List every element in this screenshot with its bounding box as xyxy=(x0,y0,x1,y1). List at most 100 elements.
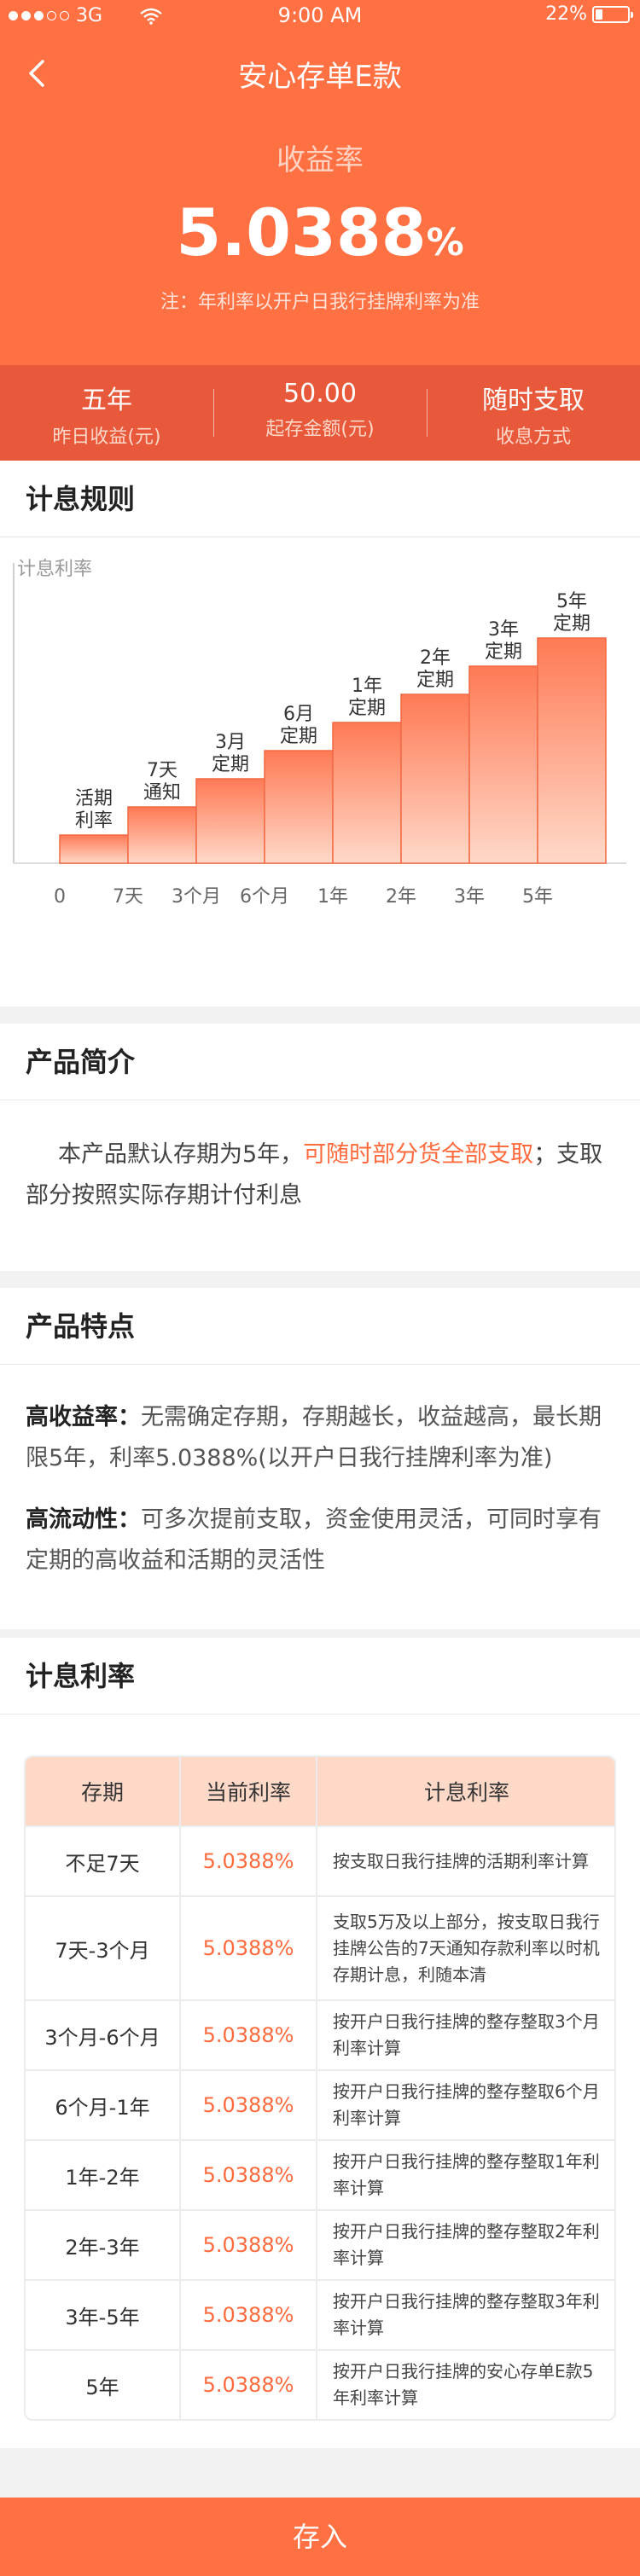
chart-bar xyxy=(468,665,538,864)
chart-tick-label: 0 xyxy=(54,886,66,908)
row-desc: 按支取日我行挂牌的活期利率计算 xyxy=(316,1827,614,1895)
row-rate: 5.0388% xyxy=(179,2281,316,2349)
chart-bar-label: 6月定期 xyxy=(280,704,317,747)
feature-label: 高收益率： xyxy=(26,1404,141,1430)
intro-title: 产品简介 xyxy=(0,1024,640,1100)
rules-title: 计息规则 xyxy=(0,461,640,537)
feature-item: 高流动性：可多次提前支取，资金使用灵活，可同时享有定期的高收益和活期的灵活性 xyxy=(0,1500,640,1581)
rules-card: 计息规则 计息利率活期利率 7天通知 3月定期 6月定期 1年定期 2年定期 3年定期 5年定… xyxy=(0,461,640,1007)
header-interest-rule: 计息利率 xyxy=(316,1757,614,1825)
row-desc: 按开户日我行挂牌的整存整取6个月利率计算 xyxy=(316,2071,614,2139)
stat-value: 50.00 xyxy=(283,379,357,409)
stats-bar: 五年 昨日收益(元) 50.00 起存金额(元) 随时支取 收息方式 xyxy=(0,365,640,461)
row-rate: 5.0388% xyxy=(179,1827,316,1895)
chart-bar-label: 7天通知 xyxy=(143,760,181,804)
rates-table: 存期 当前利率 计息利率 不足7天 5.0388% 按支取日我行挂牌的活期利率计… xyxy=(24,1755,616,2421)
intro-text: 本产品默认存期为5年，可随时部分货全部支取；支取部分按照实际存期计付利息 xyxy=(0,1100,640,1216)
chart-bar-label: 1年定期 xyxy=(348,676,386,719)
rules-chart-svg: 计息利率活期利率 7天通知 3月定期 6月定期 1年定期 2年定期 3年定期 5年定期 0 7天 3… xyxy=(13,559,626,908)
row-desc: 按开户日我行挂牌的整存整取2年利率计算 xyxy=(316,2211,614,2279)
row-rate: 5.0388% xyxy=(179,2141,316,2209)
chart-bar-label: 活期利率 xyxy=(75,788,113,832)
row-desc: 按开户日我行挂牌的整存整取3年利率计算 xyxy=(316,2281,614,2349)
rates-card: 计息利率 存期 当前利率 计息利率 不足7天 5.0388% 按支取日我行挂牌的… xyxy=(0,1638,640,2448)
stat-label: 收息方式 xyxy=(495,426,571,448)
chart-bar-label: 3月定期 xyxy=(212,732,249,775)
chart-bar xyxy=(400,693,470,864)
table-row: 3年-5年 5.0388% 按开户日我行挂牌的整存整取3年利率计算 xyxy=(26,2279,614,2349)
row-term: 1年-2年 xyxy=(65,2165,140,2190)
intro-text-pre: 本产品默认存期为5年， xyxy=(58,1141,304,1168)
intro-text-highlight: 可随时部分货全部支取 xyxy=(303,1141,534,1168)
chart-ylabel: 计息利率 xyxy=(17,559,92,580)
row-term: 7天-3个月 xyxy=(55,1938,150,1963)
yield-label: 收益率 xyxy=(276,143,364,177)
row-term: 不足7天 xyxy=(65,1851,140,1876)
stat-value: 随时支取 xyxy=(482,386,585,415)
header-term: 存期 xyxy=(80,1780,124,1805)
chart-bar xyxy=(59,834,129,864)
row-rate: 5.0388% xyxy=(179,1897,316,1999)
yield-number: 5.0388 xyxy=(176,194,427,270)
rates-title: 计息利率 xyxy=(0,1638,640,1714)
chart-bar-label: 5年定期 xyxy=(553,591,591,635)
hero-header: 3G 9:00 AM 22% 安心存单E款 收益率 5.0388% 注：年利率以… xyxy=(0,0,640,365)
chart-bar xyxy=(127,806,197,864)
battery-icon xyxy=(592,5,633,23)
page-title: 安心存单E款 xyxy=(238,60,402,94)
stat-min-deposit: 50.00 起存金额(元) xyxy=(213,365,427,461)
row-desc: 按开户日我行挂牌的整存整取3个月利率计算 xyxy=(316,2001,614,2069)
stat-interest-method: 随时支取 收息方式 xyxy=(427,365,640,461)
row-term: 3年-5年 xyxy=(65,2305,140,2329)
chart-tick-label: 1年 xyxy=(317,886,348,908)
chart-bar-label: 3年定期 xyxy=(485,619,522,663)
chart-tick-label: 6个月 xyxy=(240,886,289,908)
row-rate: 5.0388% xyxy=(179,2071,316,2139)
battery-level xyxy=(596,9,602,20)
features-card: 产品特点 高收益率：无需确定存期，存期越长，收益越高，最长期限5年，利率5.03… xyxy=(0,1288,640,1629)
battery-group: 22% xyxy=(545,3,633,25)
table-row: 2年-3年 5.0388% 按开户日我行挂牌的整存整取2年利率计算 xyxy=(26,2209,614,2279)
feature-item: 高收益率：无需确定存期，存期越长，收益越高，最长期限5年，利率5.0388%(以… xyxy=(0,1397,640,1479)
feature-label: 高流动性： xyxy=(26,1506,141,1533)
chart-tick-label: 5年 xyxy=(522,886,553,908)
chart-bar xyxy=(264,750,334,864)
header-current-rate: 当前利率 xyxy=(179,1757,316,1825)
row-term: 3个月-6个月 xyxy=(44,2025,160,2050)
deposit-button[interactable]: 存入 xyxy=(0,2498,640,2576)
table-row: 5年 5.0388% 按开户日我行挂牌的安心存单E款5年利率计算 xyxy=(26,2349,614,2419)
features-title: 产品特点 xyxy=(0,1288,640,1365)
table-row: 1年-2年 5.0388% 按开户日我行挂牌的整存整取1年利率计算 xyxy=(26,2139,614,2209)
row-desc: 按开户日我行挂牌的整存整取1年利率计算 xyxy=(316,2141,614,2209)
table-row: 7天-3个月 5.0388% 支取5万及以上部分，按支取日我行挂牌公告的7天通知… xyxy=(26,1895,614,1999)
stat-label: 起存金额(元) xyxy=(265,419,375,440)
chart-tick-label: 3个月 xyxy=(172,886,221,908)
table-row: 3个月-6个月 5.0388% 按开户日我行挂牌的整存整取3个月利率计算 xyxy=(26,1999,614,2069)
row-term: 5年 xyxy=(85,2375,119,2399)
row-term: 2年-3年 xyxy=(65,2235,140,2260)
table-header: 存期 当前利率 计息利率 xyxy=(26,1757,614,1825)
yield-note: 注：年利率以开户日我行挂牌利率为准 xyxy=(160,292,480,313)
row-rate: 5.0388% xyxy=(179,2211,316,2279)
chart-tick-label: 2年 xyxy=(386,886,416,908)
status-bar: 3G 9:00 AM 22% xyxy=(0,0,640,34)
yield-value: 5.0388% xyxy=(0,194,640,270)
chart-bar xyxy=(537,637,607,864)
table-row: 6个月-1年 5.0388% 按开户日我行挂牌的整存整取6个月利率计算 xyxy=(26,2069,614,2139)
yield-unit: % xyxy=(426,221,464,264)
row-rate: 5.0388% xyxy=(179,2351,316,2419)
chart-tick-label: 7天 xyxy=(113,886,143,908)
rules-chart: 计息利率活期利率 7天通知 3月定期 6月定期 1年定期 2年定期 3年定期 5年定期 0 7天 3… xyxy=(0,537,640,955)
chart-bar xyxy=(332,722,402,864)
chart-bar xyxy=(195,778,265,864)
chart-bar-label: 2年定期 xyxy=(416,647,454,691)
stat-label: 昨日收益(元) xyxy=(52,426,161,448)
table-row: 不足7天 5.0388% 按支取日我行挂牌的活期利率计算 xyxy=(26,1825,614,1895)
row-desc: 按开户日我行挂牌的安心存单E款5年利率计算 xyxy=(316,2351,614,2419)
row-rate: 5.0388% xyxy=(179,2001,316,2069)
battery-percent: 22% xyxy=(545,3,587,25)
chart-tick-label: 3年 xyxy=(454,886,485,908)
row-desc: 支取5万及以上部分，按支取日我行挂牌公告的7天通知存款利率以时机存期计息，利随本… xyxy=(316,1897,614,1999)
stat-value: 五年 xyxy=(81,386,132,415)
intro-card: 产品简介 本产品默认存期为5年，可随时部分货全部支取；支取部分按照实际存期计付利… xyxy=(0,1024,640,1271)
